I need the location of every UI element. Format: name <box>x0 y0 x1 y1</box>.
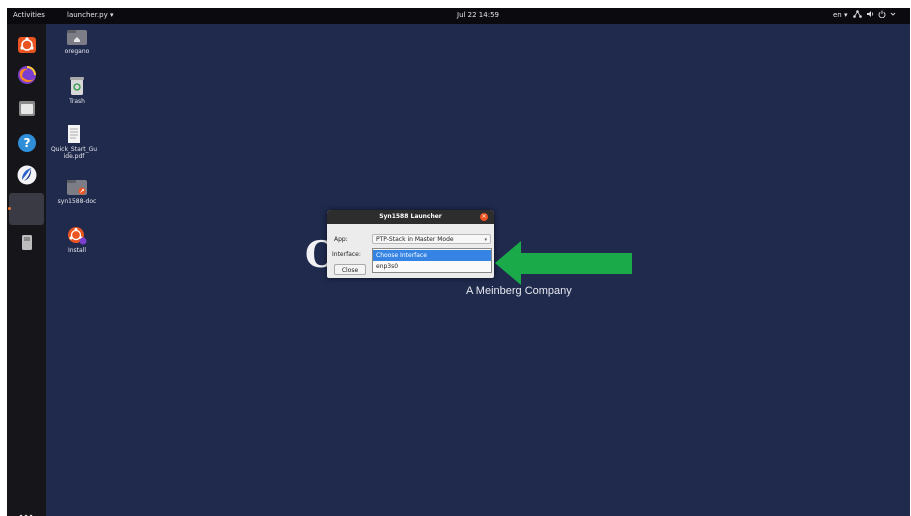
dock: ? <box>7 24 46 516</box>
app-icon[interactable] <box>13 161 40 188</box>
show-apps-grid-icon[interactable] <box>19 511 33 516</box>
language-selector[interactable]: en ▾ <box>833 11 847 19</box>
desktop-icon-label: Install <box>67 247 87 254</box>
usb-drive-icon[interactable] <box>13 229 40 256</box>
desktop-icon-quickstart-pdf[interactable]: Quick_Start_Gu ide.pdf <box>44 124 104 160</box>
dialog-title: Syn1588 Launcher <box>327 210 494 224</box>
close-button[interactable]: Close <box>334 264 366 275</box>
desktop-icon-label: syn1588-doc <box>57 198 97 205</box>
app-select-value: PTP-Stack in Master Mode <box>376 236 454 243</box>
desktop-icon-trash[interactable]: Trash <box>47 76 107 105</box>
help-icon[interactable]: ? <box>13 129 40 156</box>
desktop-icon-label: Trash <box>69 98 85 105</box>
desktop-icon-home[interactable]: oregano <box>47 28 107 55</box>
files-icon[interactable] <box>13 94 40 121</box>
folder-link-icon <box>67 180 87 195</box>
clock[interactable]: Jul 22 14:59 <box>457 11 499 19</box>
ubuntu-software-icon[interactable] <box>13 30 40 57</box>
firefox-icon[interactable] <box>13 61 40 88</box>
trash-icon <box>70 77 84 95</box>
ubuntu-installer-icon <box>68 227 87 245</box>
system-tray[interactable] <box>853 10 896 18</box>
app-label: App: <box>334 236 348 243</box>
app-select[interactable]: PTP-Stack in Master Mode ▾ <box>372 234 491 244</box>
desktop-icon-install[interactable]: Install <box>47 225 107 254</box>
desktop-icon-label: oregano <box>64 48 90 55</box>
activities-button[interactable]: Activities <box>13 11 45 19</box>
close-icon[interactable]: × <box>480 213 488 221</box>
chevron-down-icon: ▾ <box>484 237 487 243</box>
running-indicator <box>8 207 11 210</box>
top-bar: Activities launcher.py ▾ Jul 22 14:59 en… <box>7 8 910 24</box>
pdf-document-icon <box>68 125 80 143</box>
launcher-dialog: Syn1588 Launcher × App: PTP-Stack in Mas… <box>327 210 494 278</box>
home-folder-icon <box>67 30 87 45</box>
annotation-arrow <box>495 241 632 285</box>
power-icon <box>878 10 886 18</box>
interface-option-choose[interactable]: Choose Interface <box>373 250 491 261</box>
interface-option-enp3s0[interactable]: enp3s0 <box>373 261 491 272</box>
chevron-down-icon <box>890 12 896 16</box>
interface-dropdown-list[interactable]: Choose Interface enp3s0 <box>372 248 492 273</box>
desktop-icon-syn1588-doc[interactable]: syn1588-doc <box>47 178 107 205</box>
desktop-icon-label: Quick_Start_Gu ide.pdf <box>50 146 98 160</box>
network-icon <box>853 10 862 18</box>
desktop-screen: Activities launcher.py ▾ Jul 22 14:59 en… <box>7 8 910 516</box>
svg-text:?: ? <box>23 136 30 150</box>
active-app-highlight[interactable] <box>9 193 44 225</box>
volume-icon <box>867 11 874 17</box>
background-company-text: A Meinberg Company <box>466 285 572 297</box>
interface-label: Interface: <box>332 251 361 258</box>
app-menu[interactable]: launcher.py ▾ <box>67 11 113 19</box>
